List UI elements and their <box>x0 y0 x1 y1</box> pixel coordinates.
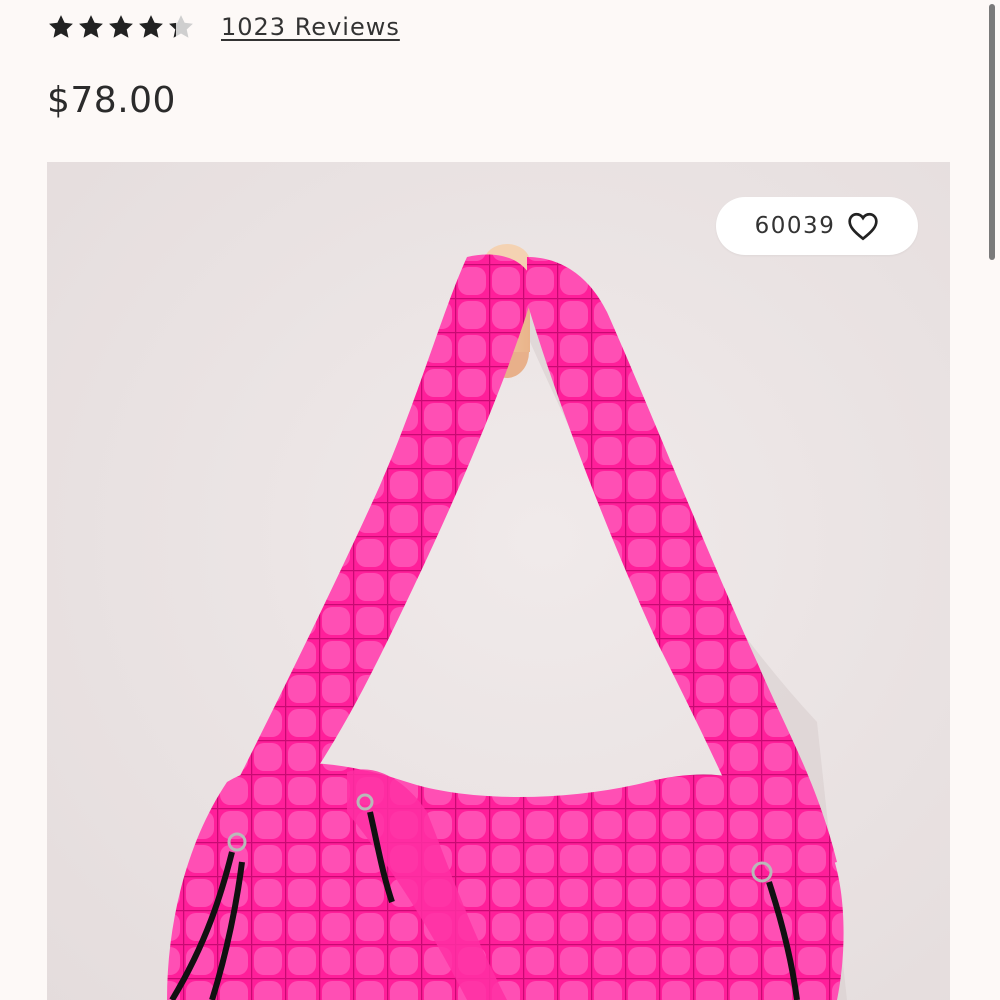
scrollbar[interactable] <box>989 0 995 1000</box>
star-icon <box>107 13 135 41</box>
star-rating <box>47 13 197 41</box>
reviews-link[interactable]: 1023 Reviews <box>221 13 400 41</box>
product-photo <box>47 162 950 1000</box>
favorites-count: 60039 <box>754 213 836 239</box>
heart-icon <box>847 211 879 241</box>
star-icon <box>77 13 105 41</box>
scrollbar-thumb[interactable] <box>989 4 995 260</box>
star-icon <box>47 13 75 41</box>
favorite-button[interactable]: 60039 <box>716 197 918 255</box>
star-icon <box>137 13 165 41</box>
rating-row: 1023 Reviews <box>47 10 400 44</box>
product-price: $78.00 <box>47 80 176 121</box>
product-image[interactable]: 60039 <box>47 162 950 1000</box>
star-icon <box>167 13 195 41</box>
